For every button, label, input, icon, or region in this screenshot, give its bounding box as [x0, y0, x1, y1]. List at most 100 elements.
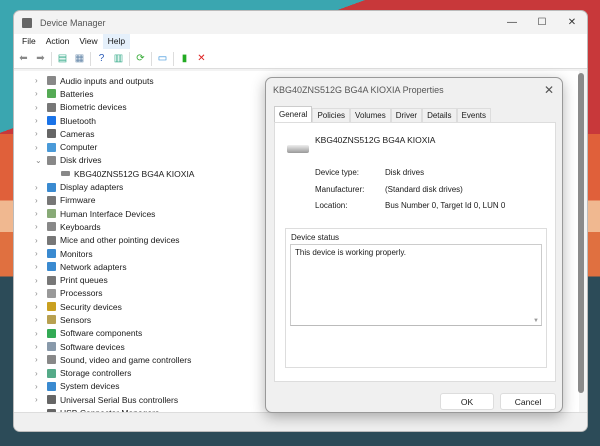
- forward-icon[interactable]: ➡: [34, 52, 47, 65]
- chevron-right-icon[interactable]: ›: [35, 302, 38, 311]
- device-status-label: Device status: [291, 233, 340, 242]
- tree-item-label: Human Interface Devices: [60, 208, 156, 219]
- add-driver-icon[interactable]: ▮: [178, 52, 191, 65]
- manufacturer-value: (Standard disk drives): [385, 185, 463, 194]
- menu-bar: File Action View Help: [14, 34, 587, 49]
- tree-item-label: Monitors: [60, 248, 93, 259]
- chevron-right-icon[interactable]: ›: [35, 209, 38, 218]
- tree-item-label: Display adapters: [60, 182, 124, 193]
- ok-button[interactable]: OK: [440, 393, 494, 410]
- device-name: KBG40ZNS512G BG4A KIOXIA: [315, 135, 436, 145]
- chevron-right-icon[interactable]: ›: [35, 103, 38, 112]
- device-status-textbox[interactable]: This device is working properly. ▼: [290, 244, 542, 326]
- minimize-button[interactable]: —: [497, 11, 527, 34]
- chevron-right-icon[interactable]: ›: [35, 276, 38, 285]
- chevron-right-icon[interactable]: ›: [35, 342, 38, 351]
- tree-item-label: Computer: [60, 142, 98, 153]
- chevron-right-icon[interactable]: ›: [35, 222, 38, 231]
- device-category-icon: [47, 142, 56, 152]
- update-driver-icon[interactable]: ▦: [73, 52, 86, 65]
- manufacturer-label: Manufacturer:: [315, 185, 365, 194]
- chevron-right-icon[interactable]: ›: [35, 129, 38, 138]
- tree-item-label: KBG40ZNS512G BG4A KIOXIA: [74, 168, 195, 179]
- tab-details[interactable]: Details: [422, 108, 457, 122]
- device-category-icon: [47, 182, 56, 192]
- device-category-icon: [47, 355, 56, 365]
- uninstall-icon[interactable]: ✕: [195, 52, 208, 65]
- chevron-right-icon[interactable]: ›: [35, 116, 38, 125]
- tree-item-label: Audio inputs and outputs: [60, 75, 154, 86]
- device-category-icon: [47, 381, 56, 391]
- device-status-text: This device is working properly.: [295, 248, 407, 257]
- back-icon[interactable]: ⬅: [17, 52, 30, 65]
- scan-hardware-icon[interactable]: ⟳: [134, 52, 147, 65]
- tab-general[interactable]: General: [274, 106, 313, 122]
- chevron-right-icon[interactable]: ›: [35, 196, 38, 205]
- tree-item-label: Batteries: [60, 88, 94, 99]
- tree-item-label: System devices: [60, 381, 120, 392]
- chevron-right-icon[interactable]: ›: [35, 369, 38, 378]
- maximize-button[interactable]: ☐: [527, 11, 557, 34]
- tree-item-label: Software components: [60, 328, 143, 339]
- device-category-icon: [47, 116, 56, 126]
- device-category-icon: [47, 155, 56, 165]
- chevron-right-icon[interactable]: ›: [35, 329, 38, 338]
- help-icon[interactable]: ?: [95, 52, 108, 65]
- device-category-icon: [47, 209, 56, 219]
- cancel-button[interactable]: Cancel: [500, 393, 556, 410]
- chevron-right-icon[interactable]: ›: [35, 289, 38, 298]
- tab-events[interactable]: Events: [456, 108, 491, 122]
- scroll-down-icon[interactable]: ▼: [533, 318, 539, 324]
- chevron-right-icon[interactable]: ›: [35, 89, 38, 98]
- tab-volumes[interactable]: Volumes: [350, 108, 391, 122]
- tab-driver[interactable]: Driver: [390, 108, 423, 122]
- device-category-icon: [47, 249, 56, 258]
- menu-help[interactable]: Help: [102, 34, 131, 49]
- device-status-group: Device status This device is working pro…: [285, 228, 547, 368]
- chevron-down-icon[interactable]: ⌄: [35, 156, 42, 165]
- monitor-icon[interactable]: ▭: [156, 52, 169, 65]
- chevron-right-icon[interactable]: ›: [35, 236, 38, 245]
- close-button[interactable]: ✕: [557, 11, 587, 34]
- chevron-right-icon[interactable]: ›: [35, 315, 38, 324]
- chevron-right-icon[interactable]: ›: [35, 262, 38, 271]
- device-manager-icon: [22, 17, 32, 28]
- dialog-title: KBG40ZNS512G BG4A KIOXIA Properties: [273, 85, 444, 95]
- device-category-icon: [47, 275, 56, 285]
- chevron-right-icon[interactable]: ›: [35, 355, 38, 364]
- tree-item-label: Network adapters: [60, 261, 127, 272]
- chevron-right-icon[interactable]: ›: [35, 382, 38, 391]
- chevron-right-icon[interactable]: ›: [35, 249, 38, 258]
- tree-item-label: Processors: [60, 288, 103, 299]
- disk-drive-icon: [61, 171, 70, 177]
- device-category-icon: [47, 222, 56, 232]
- toolbar-separator: [151, 51, 152, 66]
- location-label: Location:: [315, 201, 348, 210]
- tab-policies[interactable]: Policies: [312, 108, 351, 122]
- view-icon[interactable]: ▥: [112, 52, 125, 65]
- tree-item-label: Biometric devices: [60, 102, 127, 113]
- device-category-icon: [47, 195, 56, 205]
- chevron-right-icon[interactable]: ›: [35, 395, 38, 404]
- menu-view[interactable]: View: [74, 34, 102, 49]
- general-panel: KBG40ZNS512G BG4A KIOXIA Device type: Di…: [274, 122, 556, 382]
- tree-item-label: Sensors: [60, 314, 92, 325]
- device-category-icon: [47, 89, 56, 99]
- dialog-close-button[interactable]: ✕: [544, 83, 554, 97]
- tree-item-label: Mice and other pointing devices: [60, 235, 180, 246]
- device-type-label: Device type:: [315, 168, 360, 177]
- menu-action[interactable]: Action: [41, 34, 75, 49]
- chevron-right-icon[interactable]: ›: [35, 143, 38, 152]
- device-category-icon: [47, 235, 56, 245]
- properties-icon[interactable]: ▤: [56, 52, 69, 65]
- toolbar-separator: [90, 51, 91, 66]
- chevron-right-icon[interactable]: ›: [35, 76, 38, 85]
- device-category-icon: [47, 328, 56, 338]
- scrollbar[interactable]: [578, 73, 584, 393]
- tree-item-label: Security devices: [60, 301, 122, 312]
- menu-file[interactable]: File: [17, 34, 41, 49]
- disk-drive-icon: [287, 145, 309, 153]
- chevron-right-icon[interactable]: ›: [35, 183, 38, 192]
- tree-item-label: Cameras: [60, 128, 95, 139]
- device-type-value: Disk drives: [385, 168, 425, 177]
